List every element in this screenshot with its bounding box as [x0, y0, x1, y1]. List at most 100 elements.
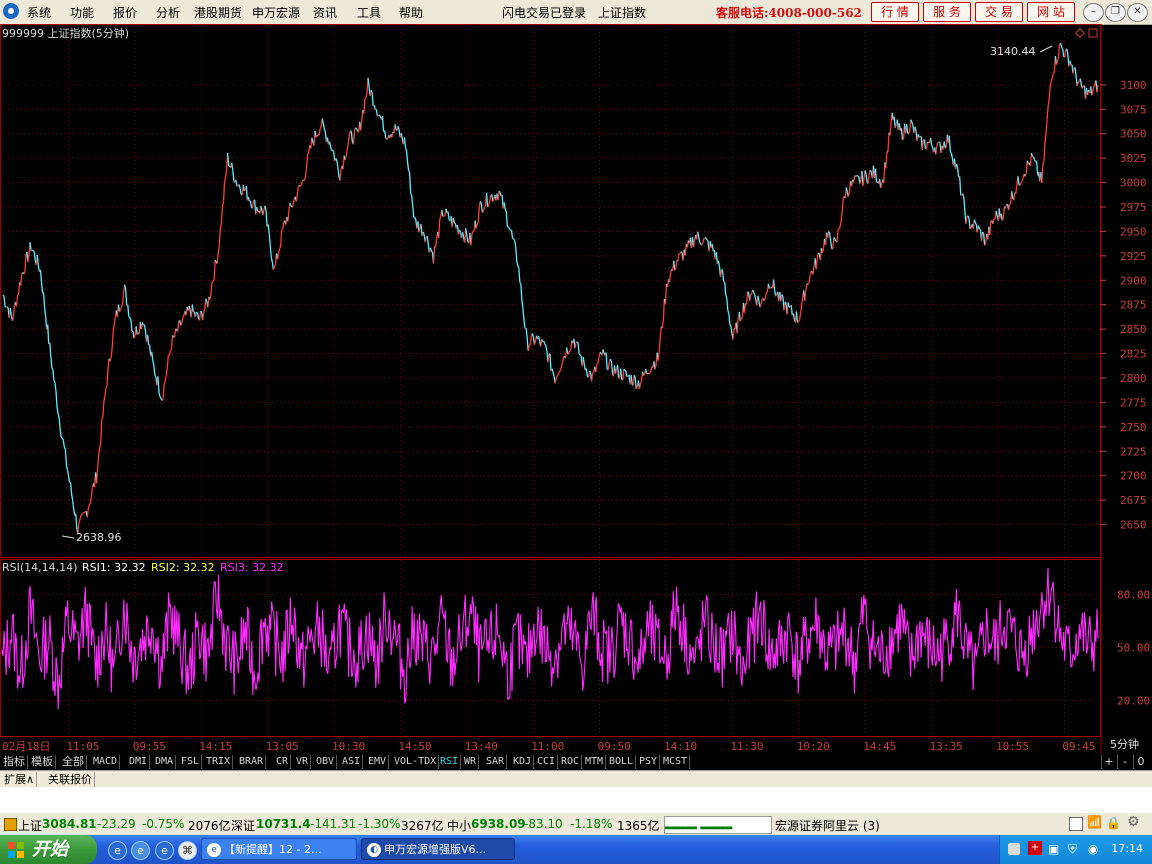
price-segment	[439, 216, 442, 220]
chart-area[interactable]: 3100 3075 3050 3025 3000 2975 2950 2925 2900 2875…	[0, 24, 1152, 754]
keyboard-icon[interactable]	[1008, 843, 1020, 855]
tab-cr[interactable]: CR	[274, 755, 292, 769]
tab-obv[interactable]: OBV	[314, 755, 338, 769]
price-segment	[349, 130, 352, 133]
tab-all[interactable]: 全部	[60, 755, 87, 769]
media-icon[interactable]: ⌘	[178, 841, 197, 860]
price-segment	[386, 138, 389, 140]
menu-system[interactable]: 系统	[27, 4, 51, 21]
menu-analysis[interactable]: 分析	[156, 4, 180, 21]
price-segment	[507, 227, 510, 230]
price-segment	[750, 293, 753, 296]
tab-vol-tdx[interactable]: VOL-TDX	[392, 755, 440, 769]
start-button[interactable]: 开始	[0, 835, 97, 864]
price-segment	[659, 326, 662, 339]
market-button[interactable]: 行 情	[871, 2, 919, 22]
menu-info[interactable]: 资讯	[313, 4, 337, 21]
tab-roc[interactable]: ROC	[559, 755, 583, 769]
website-button[interactable]: 网 站	[1027, 2, 1075, 22]
tab-indicators[interactable]: 指标	[1, 755, 28, 769]
price-segment	[560, 362, 564, 368]
price-segment	[529, 336, 532, 346]
menu-swhy[interactable]: 申万宏源	[252, 4, 300, 21]
price-segment	[1017, 176, 1020, 185]
price-segment	[706, 239, 709, 242]
shield-icon[interactable]: ⛨	[1068, 842, 1077, 857]
tab-kdj[interactable]: KDJ	[511, 755, 535, 769]
tab-boll[interactable]: BOLL	[607, 755, 637, 769]
tab-templates[interactable]: 模板	[29, 755, 56, 769]
rsi-panel-frame	[0, 559, 1101, 737]
zoom-in-button[interactable]: +	[1101, 755, 1116, 769]
period-label[interactable]: 5分钟	[1110, 737, 1139, 751]
sh-pct: -0.75%	[142, 817, 185, 831]
menu-tools[interactable]: 工具	[357, 4, 381, 21]
ie-icon-2[interactable]: e	[155, 841, 174, 860]
price-segment	[630, 374, 633, 385]
price-segment	[9, 307, 12, 316]
expand-button[interactable]: 扩展∧	[2, 772, 38, 787]
price-segment	[974, 222, 977, 225]
menu-quotes[interactable]: 报价	[113, 4, 137, 21]
trade-button[interactable]: 交 易	[975, 2, 1023, 22]
task-swhy[interactable]: ◐ 申万宏源增强版V6...	[361, 838, 515, 860]
tab-trix[interactable]: TRIX	[204, 755, 234, 769]
chart-svg[interactable]: 3100 3075 3050 3025 3000 2975 2950 2925 2900 2875…	[0, 24, 1152, 754]
price-segment	[817, 252, 820, 255]
maximize-chart-icon[interactable]	[1088, 28, 1098, 38]
restore-icon[interactable]: ❐	[1105, 3, 1126, 22]
tab-rsi[interactable]: RSI	[438, 755, 462, 769]
price-segment	[525, 327, 528, 337]
tab-dmi[interactable]: DMI	[127, 755, 151, 769]
tab-wr[interactable]: WR	[462, 755, 480, 769]
tab-psy[interactable]: PSY	[637, 755, 661, 769]
tab-emv[interactable]: EMV	[366, 755, 390, 769]
network-icon[interactable]: ▣	[1048, 842, 1059, 856]
price-segment	[60, 436, 63, 439]
security-icon[interactable]: +	[1028, 841, 1042, 855]
browser-icon[interactable]: e	[131, 841, 150, 860]
diamond-icon[interactable]	[1075, 28, 1085, 38]
minimize-icon[interactable]: –	[1083, 3, 1104, 22]
zoom-out-button[interactable]: -	[1117, 755, 1132, 769]
tab-vr[interactable]: VR	[294, 755, 312, 769]
menu-help[interactable]: 帮助	[399, 4, 423, 21]
price-segment	[556, 373, 559, 377]
price-segment	[120, 303, 124, 307]
lock-icon[interactable]	[4, 818, 17, 831]
price-segment	[414, 217, 417, 220]
tab-cci[interactable]: CCI	[535, 755, 559, 769]
zoom-reset-button[interactable]: 0	[1133, 755, 1148, 769]
task-browser[interactable]: e 【新提醒】12 - 2...	[201, 838, 357, 860]
signal-icon[interactable]: 📶	[1087, 815, 1102, 829]
tab-asi[interactable]: ASI	[340, 755, 364, 769]
tab-brar[interactable]: BRAR	[237, 755, 267, 769]
price-segment	[649, 370, 652, 374]
tab-macd[interactable]: MACD	[91, 755, 121, 769]
price-segment	[107, 358, 110, 369]
tab-mtm[interactable]: MTM	[583, 755, 607, 769]
tab-fsl[interactable]: FSL	[179, 755, 203, 769]
tab-mcst[interactable]: MCST	[661, 755, 691, 769]
ie-icon[interactable]: e	[108, 841, 127, 860]
price-segment	[305, 154, 309, 168]
window-icon[interactable]	[1069, 817, 1083, 831]
price-segment	[1041, 163, 1044, 184]
price-segment	[967, 215, 970, 219]
service-button[interactable]: 服 务	[923, 2, 971, 22]
tab-dma[interactable]: DMA	[153, 755, 177, 769]
info-icon[interactable]: ◉	[1088, 842, 1098, 856]
lock-small-icon[interactable]: 🔒	[1106, 816, 1121, 830]
related-quotes-button[interactable]: 关联报价	[46, 772, 95, 787]
settings-icon[interactable]: ⚙	[1127, 814, 1140, 830]
tab-sar[interactable]: SAR	[484, 755, 508, 769]
price-segment	[543, 341, 546, 344]
price-segment	[717, 260, 721, 267]
menu-function[interactable]: 功能	[70, 4, 94, 21]
menu-hk-futures[interactable]: 港股期货	[194, 4, 242, 21]
price-segment	[728, 313, 731, 325]
price-segment	[265, 211, 268, 227]
close-icon[interactable]: ✕	[1127, 3, 1148, 22]
price-segment	[181, 317, 184, 323]
price-segment	[721, 268, 724, 271]
